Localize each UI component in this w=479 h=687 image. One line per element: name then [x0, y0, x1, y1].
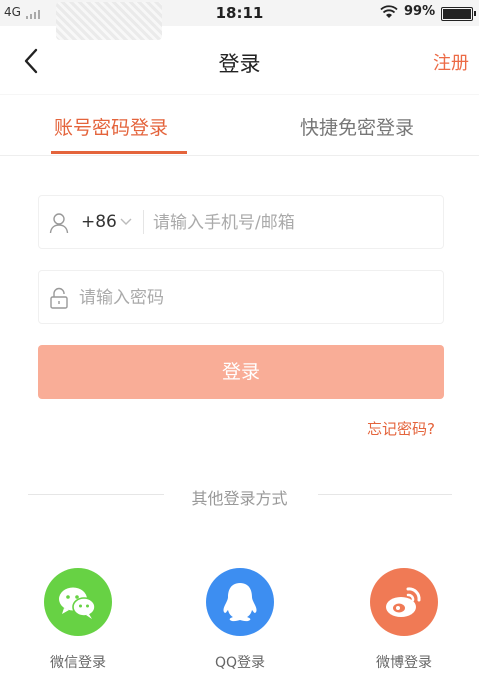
lock-icon [50, 287, 68, 309]
register-link[interactable]: 注册 [433, 49, 469, 75]
weibo-login[interactable]: 微博登录 [354, 568, 454, 672]
wechat-login-label: 微信登录 [50, 655, 106, 671]
nav-header: 登录 注册 [0, 26, 479, 94]
account-field: +86 [38, 195, 444, 249]
other-login-label: 其他登录方式 [191, 489, 288, 508]
wifi-icon [380, 5, 398, 18]
page-title: 登录 [218, 52, 261, 76]
divider-right [318, 494, 452, 495]
user-icon [49, 213, 69, 234]
password-input[interactable] [79, 286, 429, 310]
forgot-password-link[interactable]: 忘记密码? [367, 418, 435, 439]
field-separator [143, 210, 144, 234]
battery-icon [441, 7, 476, 21]
login-button[interactable]: 登录 [38, 345, 444, 399]
tab-quick-login[interactable]: 快捷免密登录 [300, 113, 414, 140]
qq-icon[interactable] [206, 568, 274, 636]
chevron-down-icon[interactable] [119, 215, 133, 229]
battery-percent: 99% [404, 4, 436, 19]
qq-login-label: QQ登录 [214, 655, 266, 671]
tab-password-login[interactable]: 账号密码登录 [54, 113, 168, 140]
wechat-icon[interactable] [44, 568, 112, 636]
status-bar: 4G 18:11 99% [0, 0, 479, 40]
country-code[interactable]: +86 [81, 212, 117, 232]
active-tab-indicator [51, 151, 187, 154]
login-tabs: 账号密码登录 快捷免密登录 [0, 94, 479, 156]
weibo-login-label: 微博登录 [376, 655, 432, 671]
qq-login[interactable]: QQ登录 [190, 568, 290, 672]
password-field [38, 270, 444, 324]
account-input[interactable] [153, 211, 433, 235]
wechat-login[interactable]: 微信登录 [28, 568, 128, 672]
weibo-icon[interactable] [370, 568, 438, 636]
